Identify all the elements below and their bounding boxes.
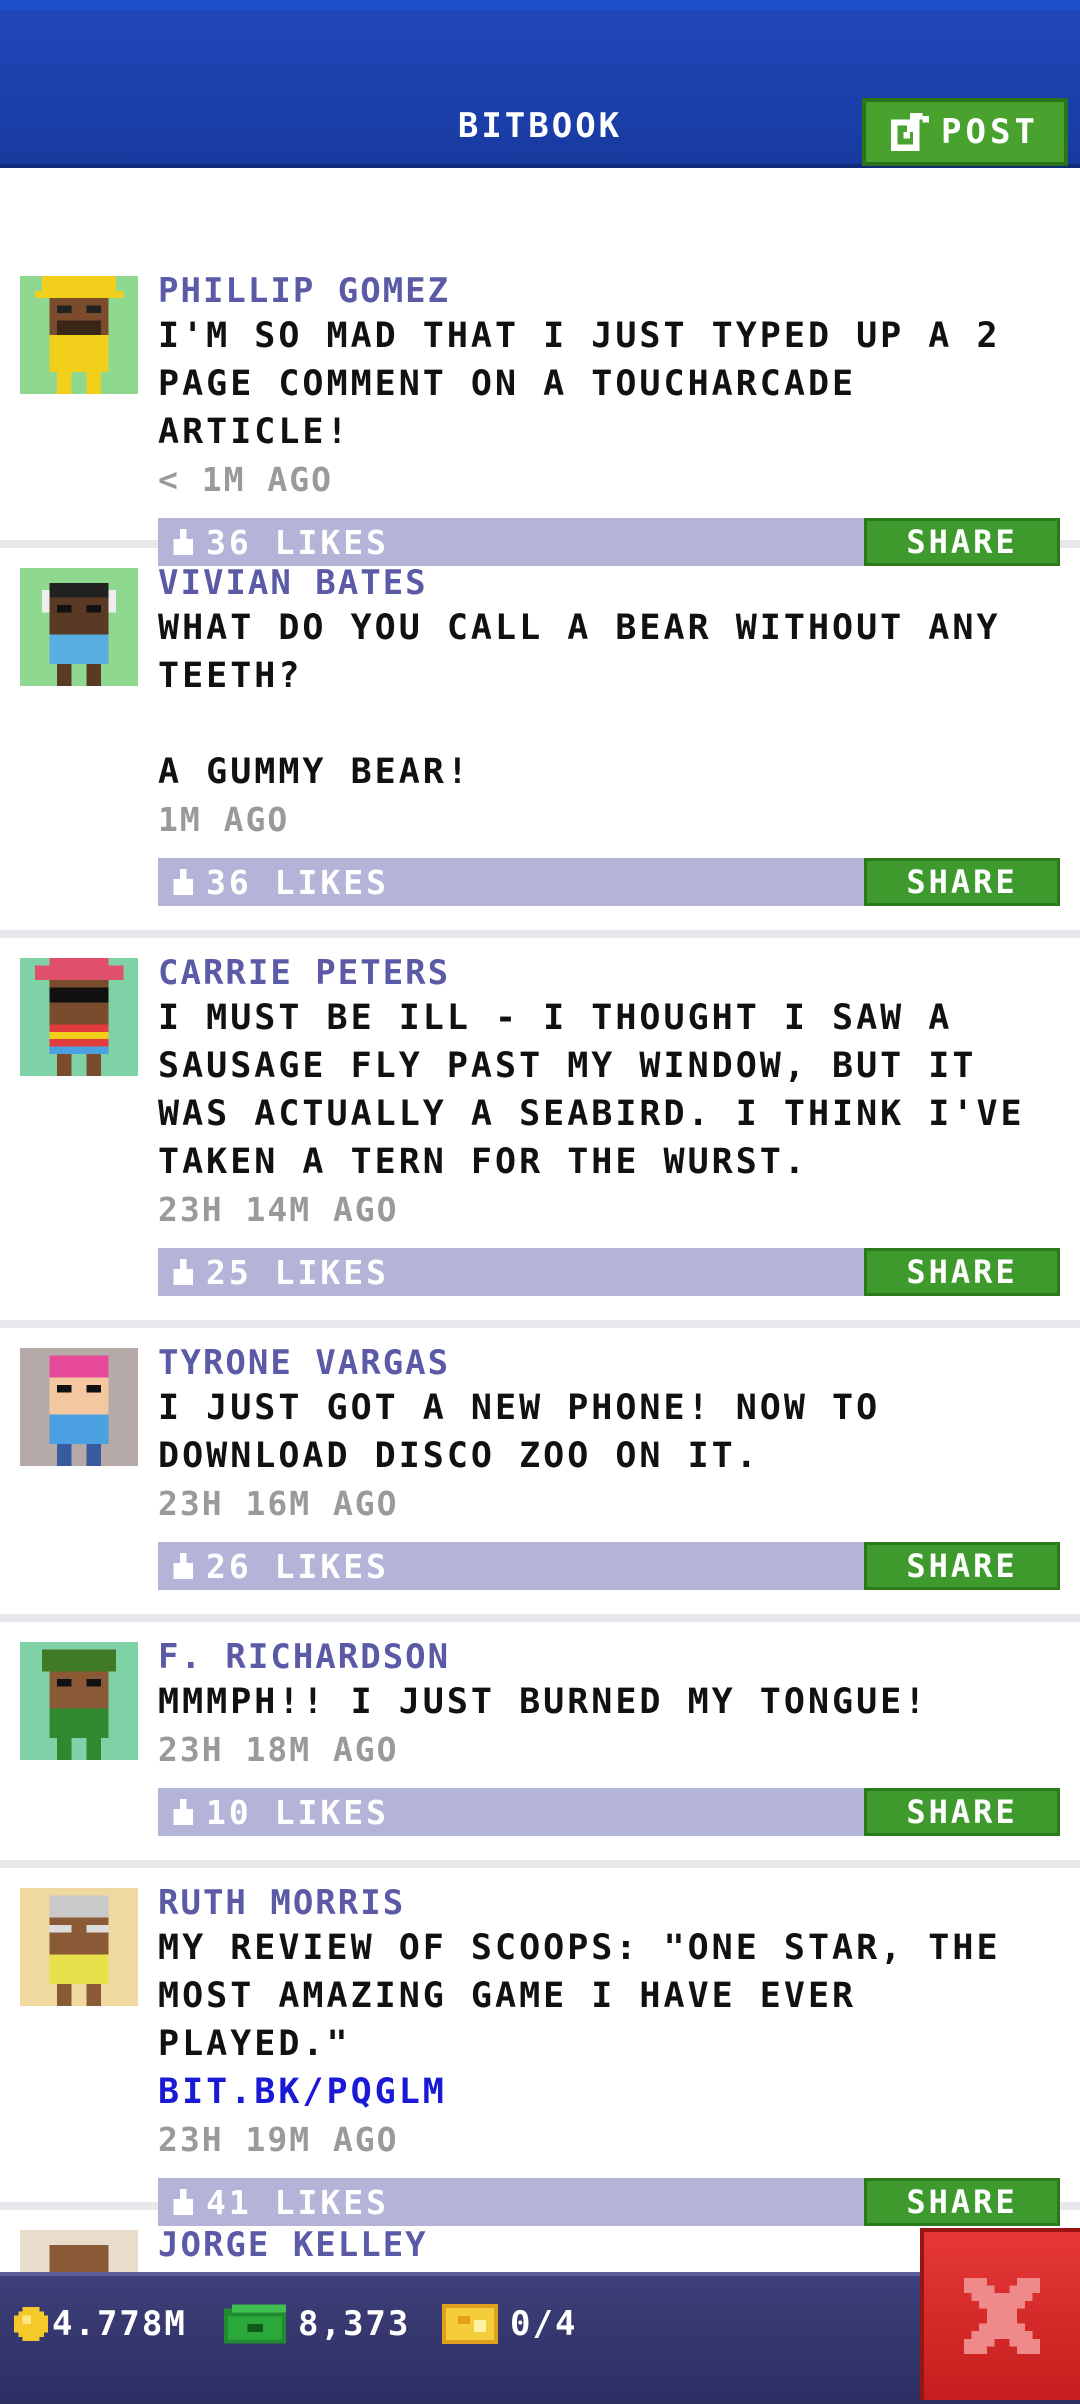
cash-icon bbox=[224, 2304, 286, 2344]
post-item: CARRIE PETERS I MUST BE ILL - I THOUGHT … bbox=[0, 938, 1080, 1328]
avatar[interactable] bbox=[20, 568, 138, 686]
currency-bar: 4.778M 8,373 0/4 bbox=[0, 2272, 1080, 2404]
ticket-icon bbox=[442, 2304, 498, 2344]
thumbs-up-icon bbox=[170, 1259, 196, 1285]
post-link-text[interactable]: BIT.BK/PQGLM bbox=[158, 2072, 447, 2112]
share-button[interactable]: SHARE bbox=[864, 1248, 1060, 1296]
share-button[interactable]: SHARE bbox=[864, 858, 1060, 906]
likes-count[interactable]: 26 LIKES bbox=[206, 1547, 389, 1586]
avatar[interactable] bbox=[20, 1642, 138, 1760]
thumbs-up-icon bbox=[170, 1553, 196, 1579]
post-author[interactable]: PHILLIP GOMEZ bbox=[158, 270, 1060, 312]
tickets-stat: 0/4 bbox=[442, 2300, 577, 2348]
post-button[interactable]: POST bbox=[862, 98, 1068, 166]
post-author[interactable]: VIVIAN BATES bbox=[158, 562, 1060, 604]
likes-bar: 25 LIKES SHARE bbox=[158, 1248, 1060, 1296]
post-message: I MUST BE ILL - I THOUGHT I SAW A SAUSAG… bbox=[158, 998, 1049, 1182]
share-button[interactable]: SHARE bbox=[864, 1542, 1060, 1590]
post-time: 1M AGO bbox=[158, 800, 290, 839]
tickets-value: 0/4 bbox=[510, 2304, 578, 2344]
coin-icon bbox=[14, 2307, 48, 2341]
avatar[interactable] bbox=[20, 958, 138, 1076]
post-time: 23H 16M AGO bbox=[158, 1484, 399, 1523]
post-message: MMMPH!! I JUST BURNED MY TONGUE! bbox=[158, 1682, 929, 1722]
post-time: 23H 19M AGO bbox=[158, 2120, 399, 2159]
likes-count[interactable]: 25 LIKES bbox=[206, 1253, 389, 1292]
post-item: PHILLIP GOMEZ I'M SO MAD THAT I JUST TYP… bbox=[0, 270, 1080, 566]
avatar[interactable] bbox=[20, 276, 138, 394]
post-link[interactable]: BIT.BK/PQGLM bbox=[158, 2068, 1060, 2116]
edit-icon bbox=[891, 113, 930, 151]
post-author[interactable]: RUTH MORRIS bbox=[158, 1882, 1060, 1924]
post-message: WHAT DO YOU CALL A BEAR WITHOUT ANY TEET… bbox=[158, 608, 1001, 792]
post-time: < 1M AGO bbox=[158, 460, 333, 499]
likes-bar: 26 LIKES SHARE bbox=[158, 1542, 1060, 1590]
app-header: BITBOOK POST bbox=[0, 0, 1080, 168]
likes-count[interactable]: 10 LIKES bbox=[206, 1793, 389, 1832]
bitbook-feed[interactable]: PHILLIP GOMEZ I'M SO MAD THAT I JUST TYP… bbox=[0, 270, 1080, 2348]
cash-value: 8,373 bbox=[298, 2304, 411, 2344]
post-author[interactable]: F. RICHARDSON bbox=[158, 1636, 1060, 1678]
post-item: TYRONE VARGAS I JUST GOT A NEW PHONE! NO… bbox=[0, 1328, 1080, 1622]
share-button[interactable]: SHARE bbox=[864, 1788, 1060, 1836]
close-icon bbox=[964, 2278, 1040, 2354]
likes-bar: 36 LIKES SHARE bbox=[158, 858, 1060, 906]
thumbs-up-icon bbox=[170, 1799, 196, 1825]
cash-stat: 8,373 bbox=[224, 2300, 410, 2348]
post-message: I JUST GOT A NEW PHONE! NOW TO DOWNLOAD … bbox=[158, 1388, 905, 1476]
post-message: I'M SO MAD THAT I JUST TYPED UP A 2 PAGE… bbox=[158, 316, 1025, 452]
coins-value: 4.778M bbox=[52, 2304, 187, 2344]
likes-count[interactable]: 36 LIKES bbox=[206, 863, 389, 902]
post-button-label: POST bbox=[941, 112, 1039, 152]
thumbs-up-icon bbox=[170, 869, 196, 895]
likes-bar: 10 LIKES SHARE bbox=[158, 1788, 1060, 1836]
coins-stat: 4.778M bbox=[14, 2300, 187, 2348]
avatar[interactable] bbox=[20, 1348, 138, 1466]
post-item: RUTH MORRIS MY REVIEW OF SCOOPS: "ONE ST… bbox=[0, 1868, 1080, 2226]
post-message: MY REVIEW OF SCOOPS: "ONE STAR, THE MOST… bbox=[158, 1928, 1025, 2064]
post-time: 23H 18M AGO bbox=[158, 1730, 399, 1769]
post-item: VIVIAN BATES WHAT DO YOU CALL A BEAR WIT… bbox=[0, 548, 1080, 938]
close-button[interactable] bbox=[920, 2228, 1080, 2400]
post-author[interactable]: CARRIE PETERS bbox=[158, 952, 1060, 994]
post-time: 23H 14M AGO bbox=[158, 1190, 399, 1229]
post-author[interactable]: TYRONE VARGAS bbox=[158, 1342, 1060, 1384]
avatar[interactable] bbox=[20, 1888, 138, 2006]
post-item: F. RICHARDSON MMMPH!! I JUST BURNED MY T… bbox=[0, 1622, 1080, 1868]
